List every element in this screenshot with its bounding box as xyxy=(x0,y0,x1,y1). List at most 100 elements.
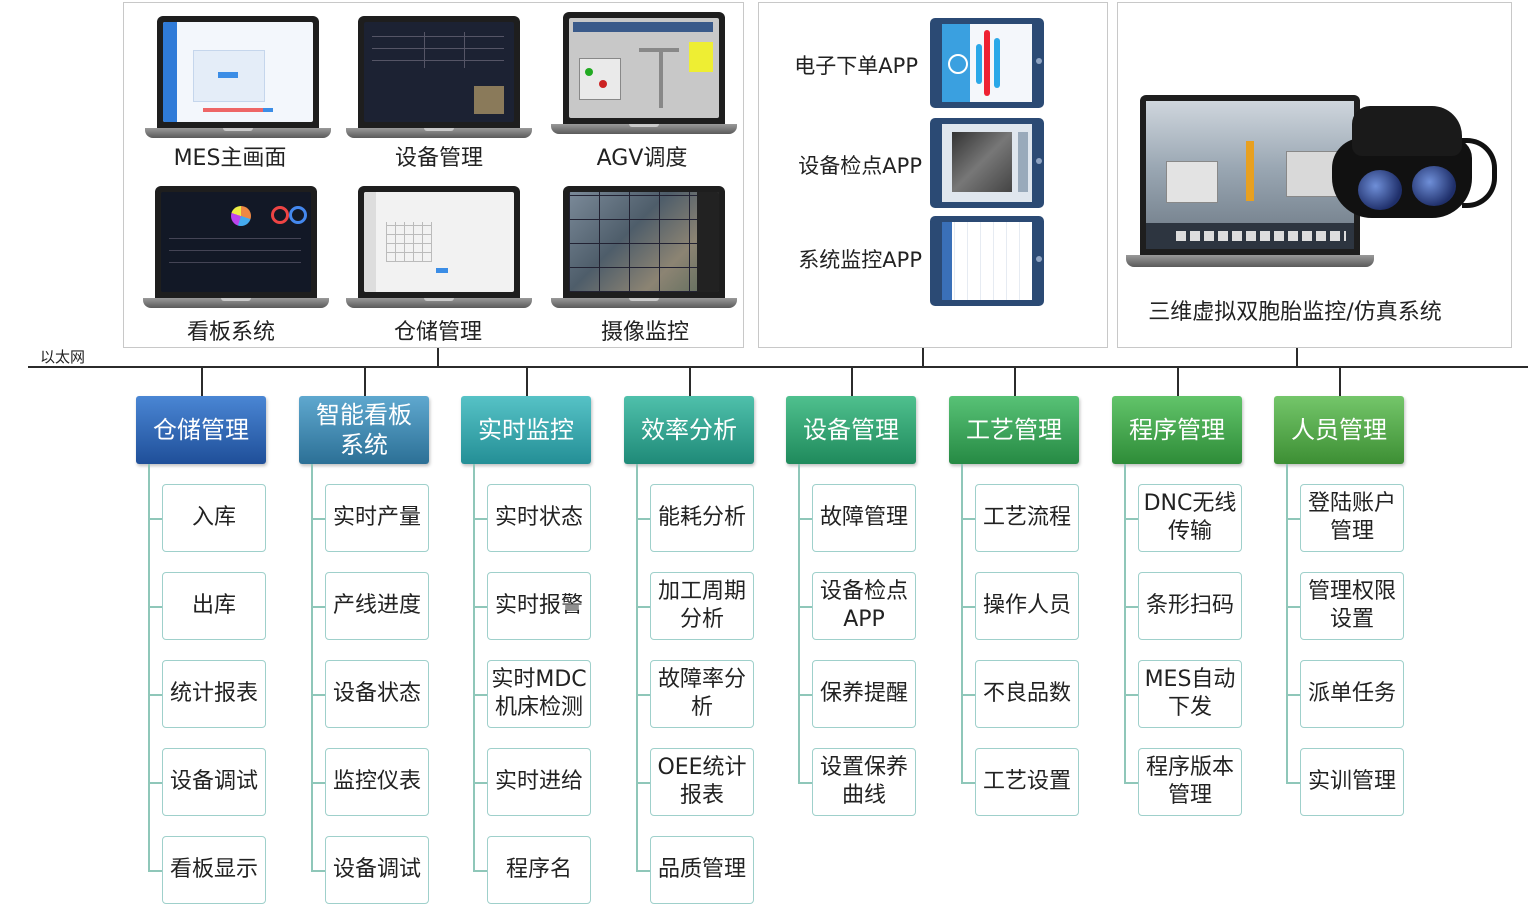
module-4-branch-3 xyxy=(798,782,812,784)
module-drop-4 xyxy=(851,368,853,396)
module-4-title: 设备管理 xyxy=(786,396,916,464)
module-drop-1 xyxy=(364,368,366,396)
module-3-spine xyxy=(636,464,638,870)
module-2-item-1: 实时报警 xyxy=(487,572,591,640)
module-1-spine xyxy=(311,464,313,870)
module-4-item-3: 设置保养 曲线 xyxy=(812,748,916,816)
module-1-branch-2 xyxy=(311,694,325,696)
module-2-branch-1 xyxy=(473,606,487,608)
module-drop-5 xyxy=(1014,368,1016,396)
module-1-item-4: 设备调试 xyxy=(325,836,429,904)
module-0-item-1: 出库 xyxy=(162,572,266,640)
pc-label-1: 设备管理 xyxy=(394,146,483,171)
pc-label-2: AGV调度 xyxy=(596,146,688,171)
module-5-branch-3 xyxy=(961,782,975,784)
module-1-item-2: 设备状态 xyxy=(325,660,429,728)
module-1-item-0: 实时产量 xyxy=(325,484,429,552)
module-1-branch-4 xyxy=(311,870,325,872)
module-4-branch-2 xyxy=(798,694,812,696)
app-label-1: 设备检点APP xyxy=(798,154,922,178)
module-3-branch-1 xyxy=(636,606,650,608)
module-2-item-4: 程序名 xyxy=(487,836,591,904)
tablet-order xyxy=(930,18,1044,108)
module-3-item-2: 故障率分析 xyxy=(650,660,754,728)
pc-label-5: 摄像监控 xyxy=(600,320,689,345)
module-5-title: 工艺管理 xyxy=(949,396,1079,464)
module-4-branch-0 xyxy=(798,518,812,520)
module-3-branch-2 xyxy=(636,694,650,696)
module-7-branch-1 xyxy=(1286,606,1300,608)
module-2-branch-2 xyxy=(473,694,487,696)
module-7-branch-3 xyxy=(1286,782,1300,784)
module-7-item-2: 派单任务 xyxy=(1300,660,1404,728)
module-6-item-0: DNC无线 传输 xyxy=(1138,484,1242,552)
module-5-spine xyxy=(961,464,963,782)
module-2-branch-4 xyxy=(473,870,487,872)
module-0-branch-3 xyxy=(148,782,162,784)
module-5-branch-1 xyxy=(961,606,975,608)
module-5-item-3: 工艺设置 xyxy=(975,748,1079,816)
module-7-item-0: 登陆账户 管理 xyxy=(1300,484,1404,552)
camera-screen xyxy=(569,192,719,292)
module-7-item-3: 实训管理 xyxy=(1300,748,1404,816)
module-drop-3 xyxy=(689,368,691,396)
pc-label-3: 看板系统 xyxy=(186,320,275,345)
module-6-item-3: 程序版本 管理 xyxy=(1138,748,1242,816)
module-6-branch-0 xyxy=(1124,518,1138,520)
module-7-title: 人员管理 xyxy=(1274,396,1404,464)
tablet-monitor xyxy=(930,216,1044,306)
module-0-branch-2 xyxy=(148,694,162,696)
module-7-spine xyxy=(1286,464,1288,782)
module-drop-6 xyxy=(1177,368,1179,396)
module-6-title: 程序管理 xyxy=(1112,396,1242,464)
module-1-item-1: 产线进度 xyxy=(325,572,429,640)
module-0-branch-0 xyxy=(148,518,162,520)
module-2-spine xyxy=(473,464,475,870)
storage-screen xyxy=(364,192,514,292)
drop-panel-3 xyxy=(1296,348,1298,366)
module-4-item-1: 设备检点 APP xyxy=(812,572,916,640)
module-1-branch-3 xyxy=(311,782,325,784)
module-3-title: 效率分析 xyxy=(624,396,754,464)
app-label-0: 电子下单APP xyxy=(794,54,918,78)
module-4-branch-1 xyxy=(798,606,812,608)
app-label-2: 系统监控APP xyxy=(798,248,922,272)
module-2-item-2: 实时MDC 机床检测 xyxy=(487,660,591,728)
module-6-branch-3 xyxy=(1124,782,1138,784)
module-6-spine xyxy=(1124,464,1126,782)
pc-label-4: 仓储管理 xyxy=(393,320,482,345)
module-1-branch-0 xyxy=(311,518,325,520)
module-6-item-2: MES自动 下发 xyxy=(1138,660,1242,728)
module-drop-0 xyxy=(201,368,203,396)
equipment-screen xyxy=(364,22,514,122)
module-3-branch-3 xyxy=(636,782,650,784)
module-4-spine xyxy=(798,464,800,782)
module-7-item-1: 管理权限 设置 xyxy=(1300,572,1404,640)
module-0-spine xyxy=(148,464,150,870)
tablet-check xyxy=(930,118,1044,208)
module-3-item-3: OEE统计 报表 xyxy=(650,748,754,816)
module-4-item-0: 故障管理 xyxy=(812,484,916,552)
module-drop-2 xyxy=(526,368,528,396)
module-1-title: 智能看板 系统 xyxy=(299,396,429,464)
module-6-branch-2 xyxy=(1124,694,1138,696)
module-3-item-1: 加工周期 分析 xyxy=(650,572,754,640)
agv-screen xyxy=(569,18,719,118)
module-0-title: 仓储管理 xyxy=(136,396,266,464)
module-1-branch-1 xyxy=(311,606,325,608)
module-drop-7 xyxy=(1339,368,1341,396)
module-2-branch-3 xyxy=(473,782,487,784)
mes-screen xyxy=(163,22,313,122)
module-2-item-0: 实时状态 xyxy=(487,484,591,552)
module-3-item-4: 品质管理 xyxy=(650,836,754,904)
module-0-branch-1 xyxy=(148,606,162,608)
vr-headset-icon xyxy=(1322,98,1502,218)
module-4-item-2: 保养提醒 xyxy=(812,660,916,728)
drop-panel-2 xyxy=(922,348,924,366)
module-3-item-0: 能耗分析 xyxy=(650,484,754,552)
module-0-item-3: 设备调试 xyxy=(162,748,266,816)
twin-label: 三维虚拟双胞胎监控/仿真系统 xyxy=(1148,300,1442,325)
module-1-item-3: 监控仪表 xyxy=(325,748,429,816)
network-label: 以太网 xyxy=(40,348,86,366)
module-0-item-4: 看板显示 xyxy=(162,836,266,904)
